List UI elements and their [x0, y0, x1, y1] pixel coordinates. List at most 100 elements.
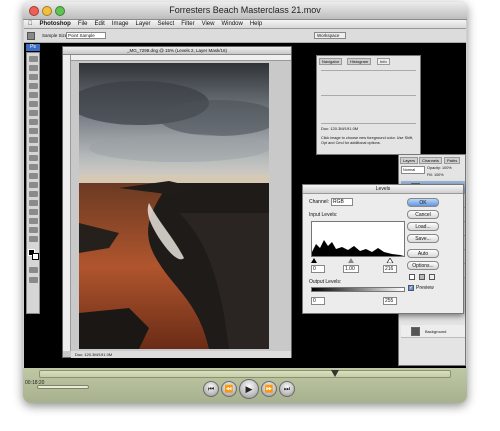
ok-button[interactable]: OK	[407, 198, 439, 207]
info-hint: Click image to choose new foreground col…	[321, 136, 414, 145]
movie-window: Forresters Beach Masterclass 21.mov  Ph…	[23, 2, 467, 403]
history-brush-tool-icon[interactable]	[29, 137, 38, 143]
volume-slider[interactable]	[37, 385, 89, 389]
info-readout-top	[321, 70, 416, 96]
healing-tool-icon[interactable]	[29, 110, 38, 116]
menu-filter[interactable]: Filter	[181, 21, 194, 27]
title-bar: Forresters Beach Masterclass 21.mov	[23, 2, 467, 20]
layer-thumbnail	[411, 327, 420, 336]
menu-image[interactable]: Image	[112, 21, 129, 27]
save-button[interactable]: Save...	[407, 234, 439, 243]
dodge-tool-icon[interactable]	[29, 173, 38, 179]
auto-button[interactable]: Auto	[407, 249, 439, 258]
marquee-tool-icon[interactable]	[29, 65, 38, 71]
menu-edit[interactable]: Edit	[95, 21, 105, 27]
preview-checkbox[interactable]: ✓	[408, 285, 414, 291]
cancel-button[interactable]: Cancel	[407, 210, 439, 219]
output-gradient[interactable]	[311, 287, 405, 292]
preview-label: Preview	[416, 285, 434, 291]
pen-tool-icon[interactable]	[29, 182, 38, 188]
gray-point-eyedropper-icon[interactable]	[419, 274, 425, 280]
document-status: Doc: 120.3M/191.0M	[71, 351, 291, 358]
ruler-vertical	[63, 55, 71, 351]
input-white-field[interactable]: 216	[383, 265, 397, 273]
crop-tool-icon[interactable]	[29, 92, 38, 98]
info-readout-bottom	[321, 98, 416, 124]
layer-row[interactable]: Background	[401, 325, 465, 338]
video-area:  Photoshop File Edit Image Layer Select…	[24, 20, 466, 368]
movie-controller: 00:18:20 ⏮ ⏪ ▶ ⏩ ⏭	[23, 368, 467, 403]
black-point-eyedropper-icon[interactable]	[409, 274, 415, 280]
background-color-swatch[interactable]	[32, 253, 39, 260]
ps-logo-icon: Ps	[26, 44, 40, 51]
tab-channels[interactable]: Channels	[419, 157, 442, 164]
hand-tool-icon[interactable]	[29, 227, 38, 233]
photo-canvas[interactable]	[79, 63, 269, 349]
output-white-field[interactable]: 255	[383, 297, 397, 305]
tab-layers[interactable]: Layers	[400, 157, 419, 164]
input-levels-label: Input Levels:	[309, 212, 338, 218]
tab-paths[interactable]: Paths	[444, 157, 461, 164]
rewind-button[interactable]: ⏪	[221, 381, 237, 397]
white-point-eyedropper-icon[interactable]	[429, 274, 435, 280]
tab-navigator[interactable]: Navigator	[319, 58, 343, 65]
sample-size-select[interactable]: Point Sample	[66, 32, 106, 39]
options-bar: Sample Size: Point Sample Workspace	[24, 29, 466, 43]
next-button[interactable]: ⏭	[279, 381, 295, 397]
load-button[interactable]: Load...	[407, 222, 439, 231]
menu-view[interactable]: View	[202, 21, 215, 27]
fill-field[interactable]: Fill: 100%	[427, 173, 444, 177]
zoom-tool-icon[interactable]	[29, 236, 38, 242]
options-button[interactable]: Options...	[407, 261, 439, 270]
input-black-field[interactable]: 0	[311, 265, 325, 273]
blend-mode-select[interactable]: Normal	[401, 166, 425, 174]
quick-mask-icon[interactable]	[29, 267, 38, 273]
screen-mode-icon[interactable]	[29, 277, 38, 283]
fast-forward-button[interactable]: ⏩	[261, 381, 277, 397]
type-tool-icon[interactable]	[29, 191, 38, 197]
ruler-horizontal	[71, 55, 291, 61]
eyedropper-icon[interactable]	[27, 32, 35, 40]
eyedropper-tool-icon[interactable]	[29, 101, 38, 107]
menu-photoshop[interactable]: Photoshop	[40, 21, 71, 27]
photoshop-menubar:  Photoshop File Edit Image Layer Select…	[24, 20, 466, 29]
brush-tool-icon[interactable]	[29, 119, 38, 125]
input-gamma-field[interactable]: 1.00	[343, 265, 359, 273]
tab-histogram[interactable]: Histogram	[347, 58, 372, 65]
channel-select[interactable]: RGB	[331, 198, 353, 206]
info-panel: Navigator Histogram Info Doc: 120.3M/191…	[316, 55, 421, 155]
menu-select[interactable]: Select	[158, 21, 175, 27]
clone-stamp-tool-icon[interactable]	[29, 128, 38, 134]
playhead[interactable]	[331, 370, 340, 377]
lasso-tool-icon[interactable]	[29, 74, 38, 80]
menu-help[interactable]: Help	[250, 21, 262, 27]
shape-tool-icon[interactable]	[29, 209, 38, 215]
output-levels-label: Output Levels:	[309, 279, 342, 285]
move-tool-icon[interactable]	[29, 56, 38, 62]
document-window: _MG_7299.dng @ 15% (Levels 2, Layer Mask…	[62, 46, 292, 358]
input-slider[interactable]	[311, 257, 405, 264]
play-button[interactable]: ▶	[239, 379, 259, 399]
menu-layer[interactable]: Layer	[136, 21, 151, 27]
blur-tool-icon[interactable]	[29, 164, 38, 170]
output-black-field[interactable]: 0	[311, 297, 325, 305]
menu-window[interactable]: Window	[221, 21, 242, 27]
document-title: _MG_7299.dng @ 15% (Levels 2, Layer Mask…	[63, 47, 291, 55]
path-select-tool-icon[interactable]	[29, 200, 38, 206]
opacity-field[interactable]: Opacity: 100%	[427, 166, 452, 170]
quick-select-tool-icon[interactable]	[29, 83, 38, 89]
window-title: Forresters Beach Masterclass 21.mov	[169, 5, 321, 15]
previous-button[interactable]: ⏮	[203, 381, 219, 397]
gradient-tool-icon[interactable]	[29, 155, 38, 161]
input-slider-handles	[311, 257, 394, 264]
eraser-tool-icon[interactable]	[29, 146, 38, 152]
histogram	[311, 221, 405, 257]
workspace-button[interactable]: Workspace	[314, 32, 346, 39]
notes-tool-icon[interactable]	[29, 218, 38, 224]
levels-dialog: Levels Channel: RGB Input Levels: 0 1.00…	[302, 184, 464, 314]
apple-icon[interactable]: 	[28, 21, 33, 27]
tab-info[interactable]: Info	[377, 58, 390, 65]
menu-file[interactable]: File	[78, 21, 88, 27]
scrubber-bar[interactable]	[39, 370, 451, 378]
levels-title: Levels	[303, 185, 463, 194]
